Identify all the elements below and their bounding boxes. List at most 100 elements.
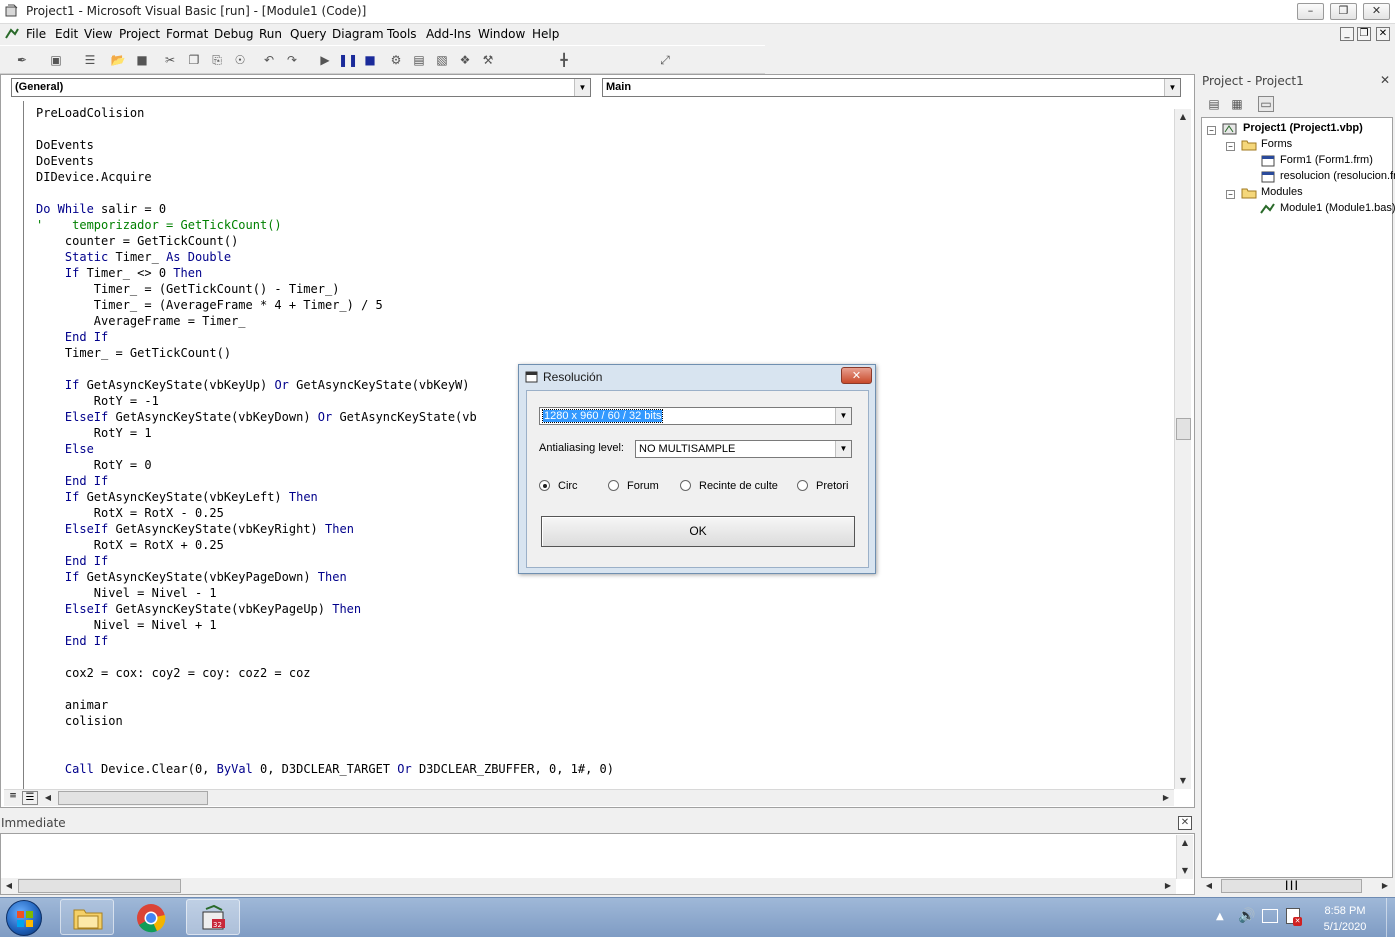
tree-modules-folder[interactable]: Modules: [1261, 186, 1303, 198]
menu-debug[interactable]: Debug: [214, 27, 253, 41]
taskbar-visual-basic[interactable]: 32: [186, 899, 240, 935]
collapse-icon[interactable]: −: [1207, 126, 1216, 135]
break-icon[interactable]: ❚❚: [338, 52, 358, 68]
code-line[interactable]: Call Device.Clear(0, ByVal 0, D3DCLEAR_T…: [36, 761, 1171, 777]
restore-button[interactable]: ❐: [1330, 3, 1357, 20]
close-icon[interactable]: ✕: [1378, 74, 1392, 88]
properties-window-icon[interactable]: ▤: [411, 52, 427, 68]
tree-module1[interactable]: Module1 (Module1.bas): [1280, 202, 1395, 214]
scroll-down-icon[interactable]: ▼: [1177, 863, 1193, 879]
code-line[interactable]: Timer_ = (GetTickCount() - Timer_): [36, 281, 1171, 297]
scroll-left-icon[interactable]: ◀: [1, 878, 17, 894]
margin-indicator-bar[interactable]: [4, 101, 24, 789]
ok-button[interactable]: OK: [541, 516, 855, 547]
mdi-restore-button[interactable]: ❐: [1357, 27, 1371, 41]
code-line[interactable]: PreLoadColision: [36, 105, 1171, 121]
scroll-right-icon[interactable]: ▶: [1158, 790, 1174, 806]
code-line[interactable]: animar: [36, 697, 1171, 713]
save-project-icon[interactable]: ■: [134, 52, 150, 68]
chevron-down-icon[interactable]: ▼: [1164, 79, 1180, 96]
project-explorer-icon[interactable]: ⚙: [388, 52, 404, 68]
menu-view[interactable]: View: [84, 27, 112, 41]
toggle-folders-icon[interactable]: ▭: [1258, 96, 1274, 112]
volume-icon[interactable]: 🔊: [1238, 908, 1255, 924]
tree-form1[interactable]: Form1 (Form1.frm): [1280, 154, 1373, 166]
option-circ[interactable]: Circ: [539, 480, 578, 492]
menu-window[interactable]: Window: [478, 27, 525, 41]
code-line[interactable]: DoEvents: [36, 153, 1171, 169]
code-vertical-scrollbar[interactable]: ▲ ▼: [1174, 109, 1191, 789]
resolution-select[interactable]: 1280 x 960 / 60 / 32 bits ▼: [539, 407, 852, 425]
code-line[interactable]: Static Timer_ As Double: [36, 249, 1171, 265]
code-line[interactable]: counter = GetTickCount(): [36, 233, 1171, 249]
chevron-down-icon[interactable]: ▼: [835, 441, 851, 457]
chevron-down-icon[interactable]: ▼: [574, 79, 590, 96]
immediate-vertical-scrollbar[interactable]: ▲ ▼: [1176, 835, 1193, 879]
taskbar-chrome[interactable]: [124, 899, 178, 935]
find-icon[interactable]: ☉: [232, 52, 248, 68]
chevron-down-icon[interactable]: ▼: [835, 408, 851, 424]
action-center-icon[interactable]: ✕: [1286, 908, 1302, 926]
code-line[interactable]: [36, 649, 1171, 665]
code-line[interactable]: [36, 681, 1171, 697]
code-line[interactable]: cox2 = cox: coy2 = coy: coz2 = coz: [36, 665, 1171, 681]
code-line[interactable]: Nivel = Nivel - 1: [36, 585, 1171, 601]
full-module-view-icon[interactable]: ☰: [22, 791, 38, 805]
menu-run[interactable]: Run: [259, 27, 282, 41]
code-horizontal-scrollbar[interactable]: ≡ ☰ ◀ ▶: [4, 789, 1174, 806]
open-project-icon[interactable]: 📂: [110, 52, 126, 68]
tree-forms-folder[interactable]: Forms: [1261, 138, 1292, 150]
immediate-horizontal-scrollbar[interactable]: ◀ ▶: [1, 878, 1176, 894]
antialiasing-select[interactable]: NO MULTISAMPLE ▼: [635, 440, 852, 458]
tree-project-root[interactable]: Project1 (Project1.vbp): [1243, 122, 1363, 134]
h-scroll-thumb[interactable]: ┃┃┃: [1221, 879, 1362, 893]
toolbox-icon[interactable]: ⚒: [480, 52, 496, 68]
code-line[interactable]: [36, 121, 1171, 137]
scroll-down-icon[interactable]: ▼: [1175, 773, 1191, 789]
add-form-icon[interactable]: ▣: [48, 52, 64, 68]
minimize-button[interactable]: –: [1297, 3, 1324, 20]
scroll-right-icon[interactable]: ▶: [1160, 878, 1176, 894]
dialog-close-button[interactable]: ✕: [841, 367, 872, 384]
code-line[interactable]: Timer_ = (AverageFrame * 4 + Timer_) / 5: [36, 297, 1171, 313]
show-desktop-button[interactable]: [1386, 898, 1395, 937]
system-clock[interactable]: 8:58 PM 5/1/2020: [1312, 903, 1378, 935]
add-project-icon[interactable]: ✒: [14, 52, 30, 68]
code-line[interactable]: DIDevice.Acquire: [36, 169, 1171, 185]
start-button[interactable]: [6, 900, 42, 936]
code-line[interactable]: Timer_ = GetTickCount(): [36, 345, 1171, 361]
option-forum[interactable]: Forum: [608, 480, 659, 492]
procedure-combo[interactable]: Main ▼: [602, 78, 1181, 97]
scroll-left-icon[interactable]: ◀: [1201, 878, 1217, 894]
code-line[interactable]: AverageFrame = Timer_: [36, 313, 1171, 329]
tree-form-resolucion[interactable]: resolucion (resolucion.fr: [1280, 170, 1395, 182]
code-line[interactable]: End If: [36, 633, 1171, 649]
procedure-view-icon[interactable]: ≡: [6, 791, 20, 805]
option-recinte-de-culte[interactable]: Recinte de culte: [680, 480, 778, 492]
menu-diagram[interactable]: Diagram: [332, 27, 384, 41]
code-line[interactable]: [36, 185, 1171, 201]
menu-file[interactable]: File: [26, 27, 46, 41]
close-button[interactable]: ✕: [1363, 3, 1390, 20]
menu-edit[interactable]: Edit: [55, 27, 78, 41]
collapse-icon[interactable]: −: [1226, 190, 1235, 199]
code-line[interactable]: [36, 729, 1171, 745]
h-scroll-thumb[interactable]: [58, 791, 208, 805]
run-icon[interactable]: ▶: [317, 52, 333, 68]
code-line[interactable]: ElseIf GetAsyncKeyState(vbKeyPageUp) The…: [36, 601, 1171, 617]
close-icon[interactable]: ✕: [1178, 816, 1192, 830]
radio-icon[interactable]: [608, 480, 619, 491]
menu-add-ins[interactable]: Add-Ins: [426, 27, 471, 41]
menu-query[interactable]: Query: [290, 27, 326, 41]
h-scroll-thumb[interactable]: [18, 879, 181, 893]
copy-icon[interactable]: ❐: [186, 52, 202, 68]
radio-icon[interactable]: [797, 480, 808, 491]
scroll-right-icon[interactable]: ▶: [1377, 878, 1393, 894]
code-line[interactable]: Nivel = Nivel + 1: [36, 617, 1171, 633]
show-hidden-icons-icon[interactable]: ▲: [1216, 911, 1224, 922]
code-line[interactable]: ' temporizador = GetTickCount(): [36, 217, 1171, 233]
redo-icon[interactable]: ↷: [284, 52, 300, 68]
view-object-icon[interactable]: ▦: [1229, 96, 1245, 112]
menu-tools[interactable]: Tools: [387, 27, 417, 41]
project-horizontal-scrollbar[interactable]: ◀ ┃┃┃ ▶: [1201, 878, 1393, 894]
